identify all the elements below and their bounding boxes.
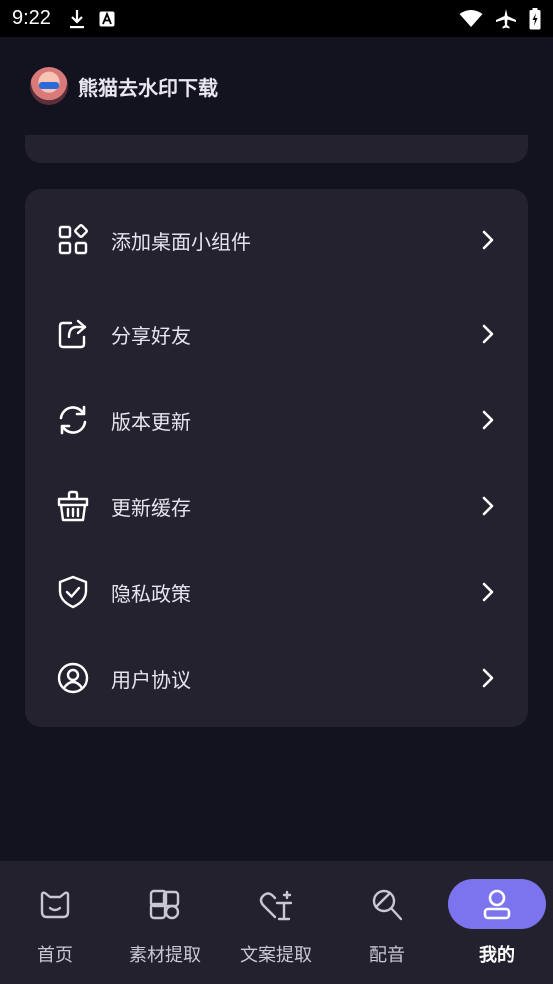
nav-tab-home[interactable]: 首页 (0, 861, 110, 984)
wifi-icon (459, 9, 483, 28)
download-icon (69, 9, 85, 29)
top-card (25, 135, 528, 163)
shield-check-icon (55, 574, 91, 610)
font-a-icon (99, 11, 115, 27)
menu-item-privacy-policy[interactable]: 隐私政策 (25, 562, 528, 622)
chevron-right-icon (478, 494, 498, 518)
share-icon (55, 316, 91, 352)
widgets-icon (55, 222, 91, 258)
menu-item-label: 隐私政策 (111, 581, 191, 606)
avatar[interactable] (30, 67, 68, 105)
nav-label: 我的 (479, 945, 515, 966)
menu-item-label: 版本更新 (111, 409, 191, 434)
chevron-right-icon (478, 580, 498, 604)
chevron-right-icon (478, 322, 498, 346)
nav-tab-material-extract[interactable]: 素材提取 (110, 861, 220, 984)
nav-tab-dubbing[interactable]: 配音 (332, 861, 442, 984)
basket-icon (55, 488, 91, 524)
nav-tab-text-extract[interactable]: 文案提取 (221, 861, 331, 984)
status-time: 9:22 (12, 7, 51, 29)
text-extract-icon (256, 885, 296, 925)
menu-item-user-agreement[interactable]: 用户协议 (25, 648, 528, 708)
refresh-icon (55, 402, 91, 438)
user-circle-icon (55, 660, 91, 696)
menu-item-label: 更新缓存 (111, 495, 191, 520)
chevron-right-icon (478, 228, 498, 252)
battery-icon (529, 7, 541, 30)
bottom-nav: 首页 素材提取 文案提取 配音 我的 (0, 861, 553, 984)
menu-item-version-update[interactable]: 版本更新 (25, 390, 528, 450)
menu-item-share[interactable]: 分享好友 (25, 304, 528, 364)
menu-card: 添加桌面小组件 分享好友 版本更新 更新缓存 隐私政策 用户协议 (25, 189, 528, 727)
chevron-right-icon (478, 408, 498, 432)
profile-icon (477, 884, 517, 924)
app-name: 熊猫去水印下载 (78, 75, 218, 100)
nav-label: 文案提取 (240, 945, 312, 966)
menu-item-clear-cache[interactable]: 更新缓存 (25, 476, 528, 536)
status-bar: 9:22 (0, 0, 553, 37)
menu-item-label: 分享好友 (111, 323, 191, 348)
main-content: 熊猫去水印下载 添加桌面小组件 分享好友 版本更新 更新缓存 隐私政策 用户协议 (0, 37, 553, 861)
menu-item-add-widget[interactable]: 添加桌面小组件 (25, 210, 528, 270)
home-icon (35, 885, 75, 925)
microphone-icon (367, 885, 407, 925)
nav-label: 首页 (37, 945, 73, 966)
airplane-icon (495, 8, 517, 30)
nav-label: 素材提取 (129, 945, 201, 966)
menu-item-label: 用户协议 (111, 667, 191, 692)
menu-item-label: 添加桌面小组件 (111, 229, 251, 254)
nav-tab-profile[interactable]: 我的 (446, 861, 553, 984)
nav-label: 配音 (369, 945, 405, 966)
material-icon (145, 885, 185, 925)
header: 熊猫去水印下载 (30, 67, 218, 105)
chevron-right-icon (478, 666, 498, 690)
